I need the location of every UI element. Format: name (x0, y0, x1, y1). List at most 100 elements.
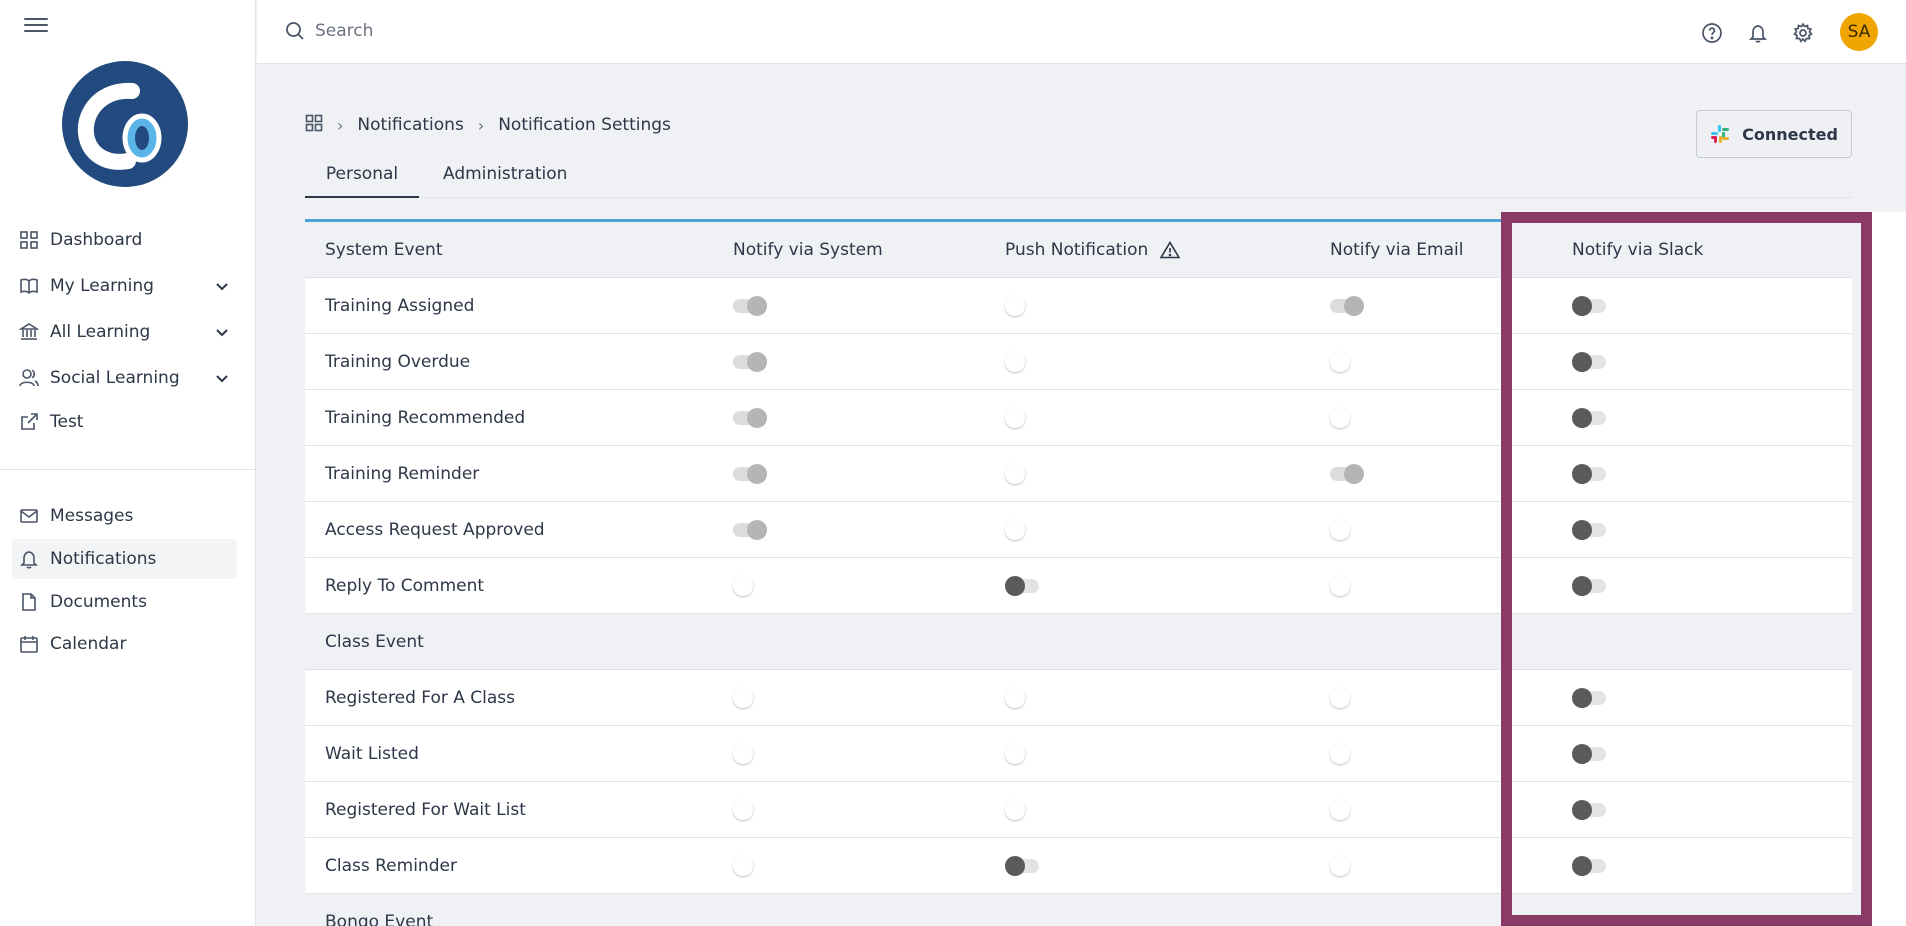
sidebar-item-notifications[interactable]: Notifications (12, 539, 237, 579)
hamburger-menu-icon[interactable] (24, 18, 48, 34)
toggle-knob (1330, 520, 1350, 540)
chevron-down-icon[interactable] (214, 278, 230, 294)
bank-icon (19, 322, 39, 342)
sidebar-item-social-learning[interactable]: Social Learning (0, 358, 256, 398)
toggle-slack[interactable] (1572, 408, 1606, 428)
warning-icon[interactable] (1159, 240, 1181, 259)
toggle-knob (1572, 576, 1592, 596)
chevron-down-icon[interactable] (214, 324, 230, 340)
toggle-system[interactable] (733, 688, 767, 708)
toggle-push[interactable] (1005, 296, 1039, 316)
toggle-push[interactable] (1005, 688, 1039, 708)
sidebar-item-test[interactable]: Test (0, 402, 256, 442)
search-input[interactable] (315, 16, 815, 46)
toggle-email[interactable] (1330, 688, 1364, 708)
column-header-slack: Notify via Slack (1572, 240, 1704, 260)
slack-connected-button[interactable]: Connected (1696, 110, 1852, 158)
toggle-push[interactable] (1005, 520, 1039, 540)
toggle-push[interactable] (1005, 464, 1039, 484)
toggle-email[interactable] (1330, 744, 1364, 764)
event-label: Training Reminder (325, 464, 480, 484)
toggle-system[interactable] (733, 800, 767, 820)
breadcrumb-current: Notification Settings (498, 115, 671, 135)
toggle-push[interactable] (1005, 352, 1039, 372)
toggle-push[interactable] (1005, 576, 1039, 596)
toggle-system (733, 296, 767, 316)
toggle-slack[interactable] (1572, 296, 1606, 316)
toggle-push[interactable] (1005, 408, 1039, 428)
toggle-knob (1330, 688, 1350, 708)
toggle-slack[interactable] (1572, 744, 1606, 764)
toggle-slack[interactable] (1572, 688, 1606, 708)
tab-personal[interactable]: Personal (305, 164, 419, 198)
toggle-knob (1572, 800, 1592, 820)
avatar[interactable]: SA (1840, 13, 1878, 51)
page-right-edge (1872, 212, 1906, 926)
grid-home-icon[interactable] (305, 114, 323, 137)
sidebar-item-documents[interactable]: Documents (0, 582, 256, 622)
toggle-system[interactable] (733, 576, 767, 596)
sidebar-item-label: Documents (50, 592, 147, 612)
sidebar-item-my-learning[interactable]: My Learning (0, 266, 256, 306)
sidebar-item-label: Dashboard (50, 230, 143, 250)
toggle-slack[interactable] (1572, 352, 1606, 372)
toggle-email[interactable] (1330, 856, 1364, 876)
breadcrumb: › Notifications › Notification Settings (305, 114, 671, 136)
sidebar-item-label: Messages (50, 506, 134, 526)
toggle-slack[interactable] (1572, 856, 1606, 876)
toggle-system (733, 408, 767, 428)
sidebar-item-dashboard[interactable]: Dashboard (0, 220, 256, 260)
toggle-knob (747, 296, 767, 316)
sidebar-item-all-learning[interactable]: All Learning (0, 312, 256, 352)
toggle-system[interactable] (733, 856, 767, 876)
event-label: Training Assigned (325, 296, 475, 316)
toggle-knob (1005, 800, 1025, 820)
toggle-system[interactable] (733, 744, 767, 764)
sidebar-item-messages[interactable]: Messages (0, 496, 256, 536)
toggle-knob (1005, 464, 1025, 484)
table-row: Training Recommended (305, 390, 1852, 446)
toggle-knob (733, 800, 753, 820)
event-label: Access Request Approved (325, 520, 545, 540)
toggle-knob (733, 856, 753, 876)
table-row: Access Request Approved (305, 502, 1852, 558)
help-icon[interactable] (1701, 22, 1723, 44)
toggle-push[interactable] (1005, 744, 1039, 764)
sidebar-item-calendar[interactable]: Calendar (0, 624, 256, 664)
toggle-slack[interactable] (1572, 464, 1606, 484)
toggle-knob (733, 576, 753, 596)
toggle-knob (1572, 520, 1592, 540)
toggle-slack[interactable] (1572, 800, 1606, 820)
sidebar-item-label: Test (50, 412, 84, 432)
gear-icon[interactable] (1792, 22, 1814, 44)
toggle-knob (1005, 688, 1025, 708)
table-header: System Event Notify via System Push Noti… (305, 222, 1852, 278)
toggle-knob (1330, 800, 1350, 820)
chevron-right-icon: › (337, 115, 344, 135)
toggle-slack[interactable] (1572, 576, 1606, 596)
toggle-email[interactable] (1330, 520, 1364, 540)
toggle-slack[interactable] (1572, 520, 1606, 540)
sidebar-item-label: My Learning (50, 276, 154, 296)
toggle-knob (747, 520, 767, 540)
breadcrumb-notifications[interactable]: Notifications (357, 115, 463, 135)
toggle-knob (747, 408, 767, 428)
toggle-knob (1572, 352, 1592, 372)
toggle-push[interactable] (1005, 856, 1039, 876)
toggle-knob (1572, 744, 1592, 764)
mail-icon (19, 506, 39, 526)
toggle-email[interactable] (1330, 352, 1364, 372)
toggle-email[interactable] (1330, 800, 1364, 820)
event-label: Training Overdue (325, 352, 471, 372)
toggle-knob (1572, 296, 1592, 316)
tab-administration[interactable]: Administration (443, 164, 567, 198)
slack-icon (1711, 125, 1730, 143)
toggle-email[interactable] (1330, 576, 1364, 596)
toggle-push[interactable] (1005, 800, 1039, 820)
toggle-email[interactable] (1330, 408, 1364, 428)
toggle-knob (1572, 408, 1592, 428)
chevron-down-icon[interactable] (214, 370, 230, 386)
nav-main: Dashboard My Learning All Learning Socia… (0, 220, 256, 442)
bell-icon[interactable] (1747, 22, 1769, 44)
grid-icon (19, 230, 39, 250)
